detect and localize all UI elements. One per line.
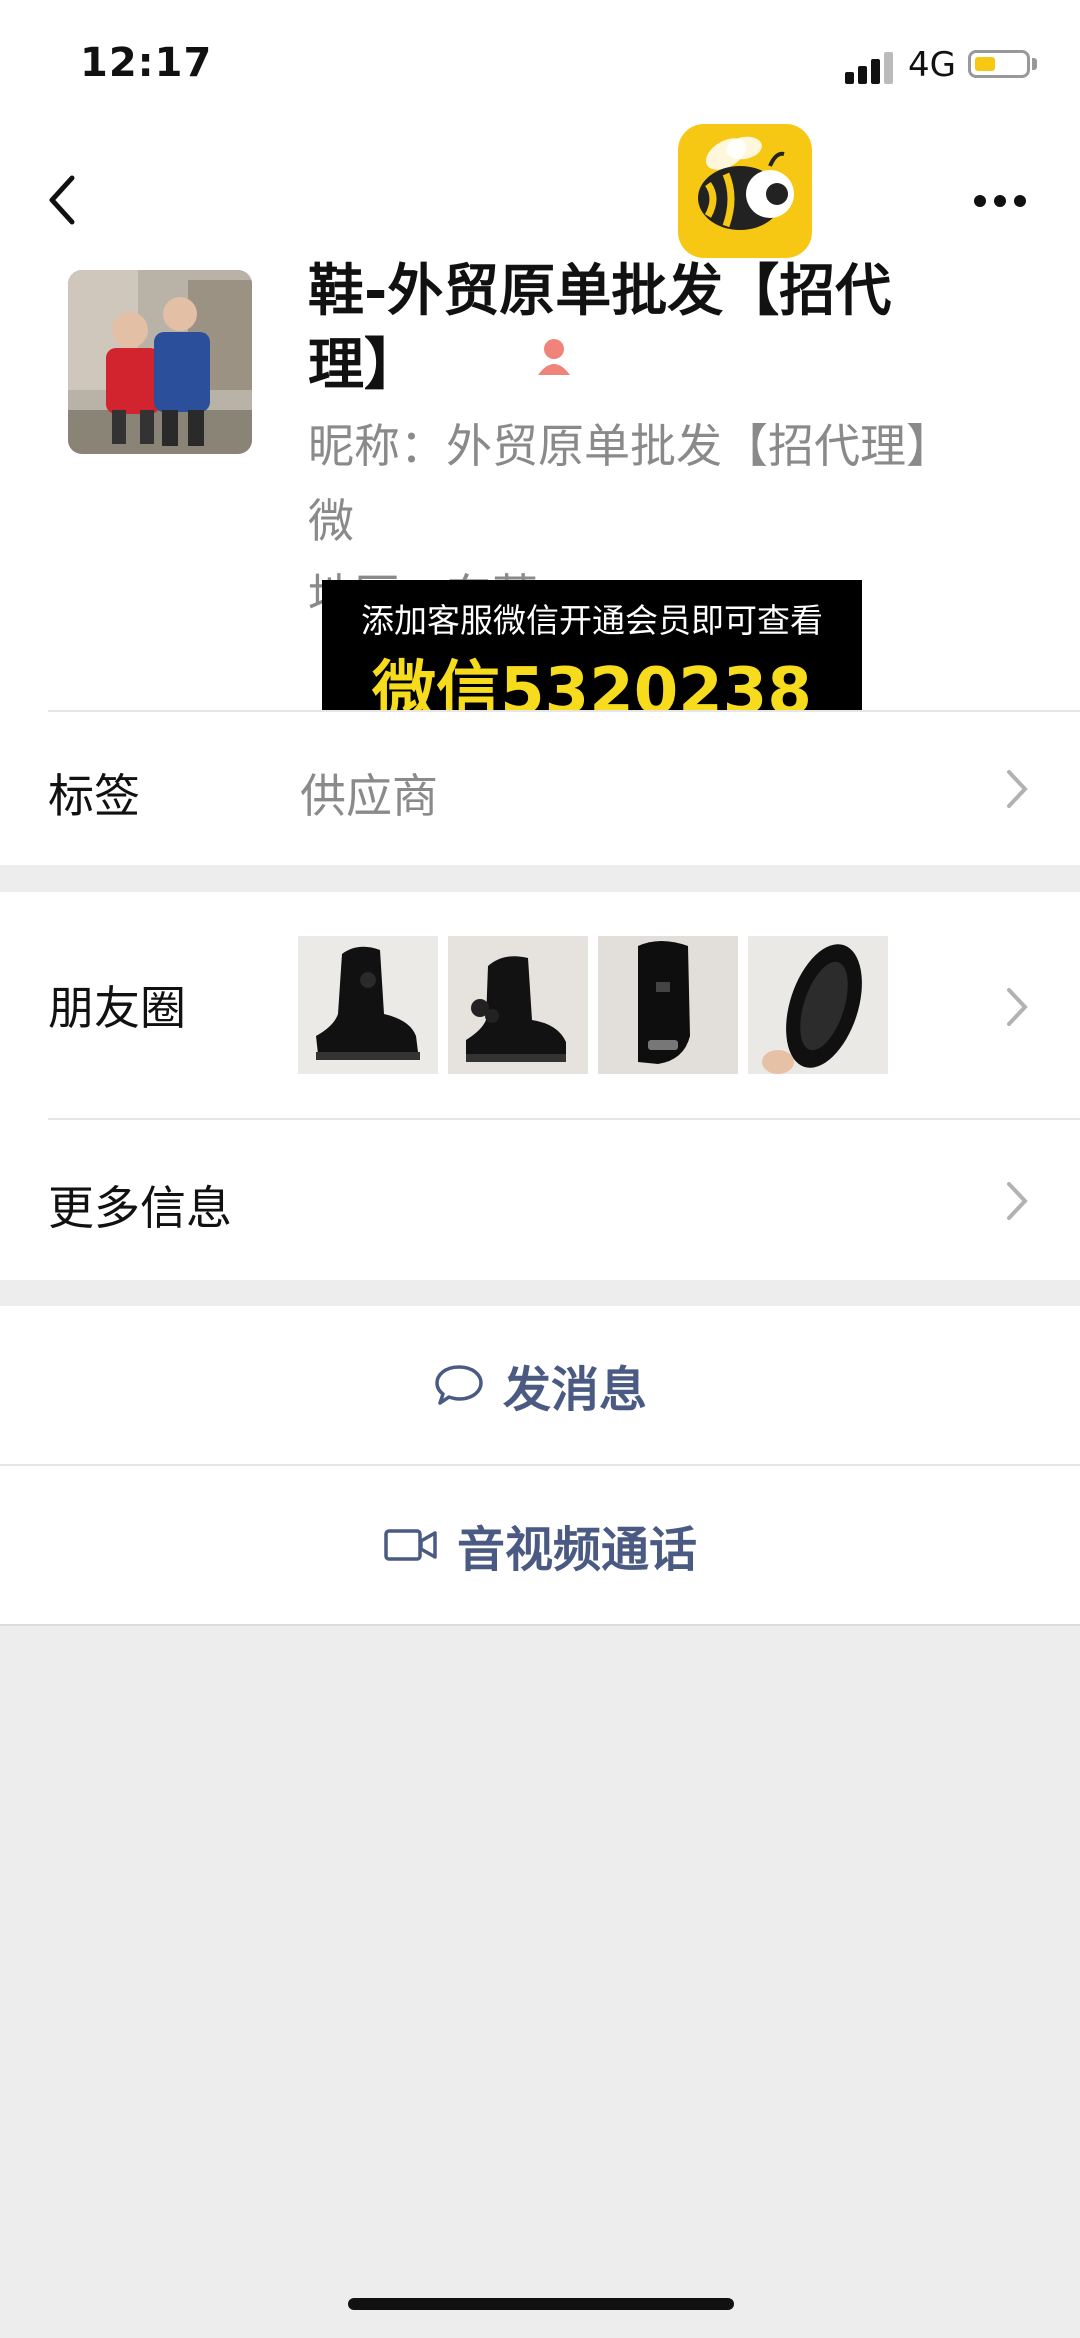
- tags-value: 供应商: [300, 769, 438, 823]
- wechat-id-partial: 微: [308, 494, 354, 548]
- chevron-right-icon: [1007, 770, 1028, 808]
- more-info-label: 更多信息: [48, 1181, 232, 1235]
- watermark-caption: 添加客服微信开通会员即可查看: [361, 601, 823, 640]
- home-indicator[interactable]: [348, 2298, 734, 2310]
- status-bar: 12:17 4G: [0, 0, 1080, 130]
- watermark-banner: 添加客服微信开通会员即可查看 微信5320238: [322, 580, 862, 729]
- signal-icon: [845, 50, 897, 84]
- moments-label: 朋友圈: [48, 981, 186, 1035]
- bee-logo-icon: [678, 124, 812, 258]
- avatar[interactable]: [68, 270, 252, 454]
- battery-icon: [968, 50, 1030, 78]
- send-message-button[interactable]: 发消息: [0, 1306, 1080, 1464]
- chat-bubble-icon: [435, 1365, 483, 1405]
- tags-label: 标签: [48, 769, 140, 823]
- chevron-right-icon: [1007, 1182, 1028, 1220]
- network-type: 4G: [908, 45, 956, 85]
- moments-photo[interactable]: [748, 936, 888, 1074]
- moments-photo[interactable]: [598, 936, 738, 1074]
- profile-name: 鞋-外贸原单批发【招代理】: [308, 259, 892, 398]
- more-info-row[interactable]: 更多信息: [0, 1120, 1080, 1280]
- female-icon: [538, 339, 570, 375]
- profile-header: 鞋-外贸原单批发【招代理】 昵称：外贸原单批发【招代理】 微 地区：东莞 添加客…: [0, 124, 1080, 729]
- video-call-label: 音视频通话: [456, 1522, 697, 1578]
- video-camera-icon: [384, 1529, 437, 1561]
- moments-photo[interactable]: [298, 936, 438, 1074]
- moments-photo[interactable]: [448, 936, 588, 1074]
- video-call-button[interactable]: 音视频通话: [0, 1466, 1080, 1624]
- status-time: 12:17: [80, 40, 213, 86]
- send-message-label: 发消息: [502, 1362, 647, 1418]
- nickname: 昵称：外贸原单批发【招代理】: [308, 419, 952, 473]
- tags-row[interactable]: 标签 供应商: [0, 710, 1080, 865]
- back-button[interactable]: [40, 160, 100, 240]
- back-icon: [49, 175, 75, 225]
- chevron-right-icon: [1007, 988, 1028, 1026]
- more-options-button[interactable]: [960, 185, 1040, 225]
